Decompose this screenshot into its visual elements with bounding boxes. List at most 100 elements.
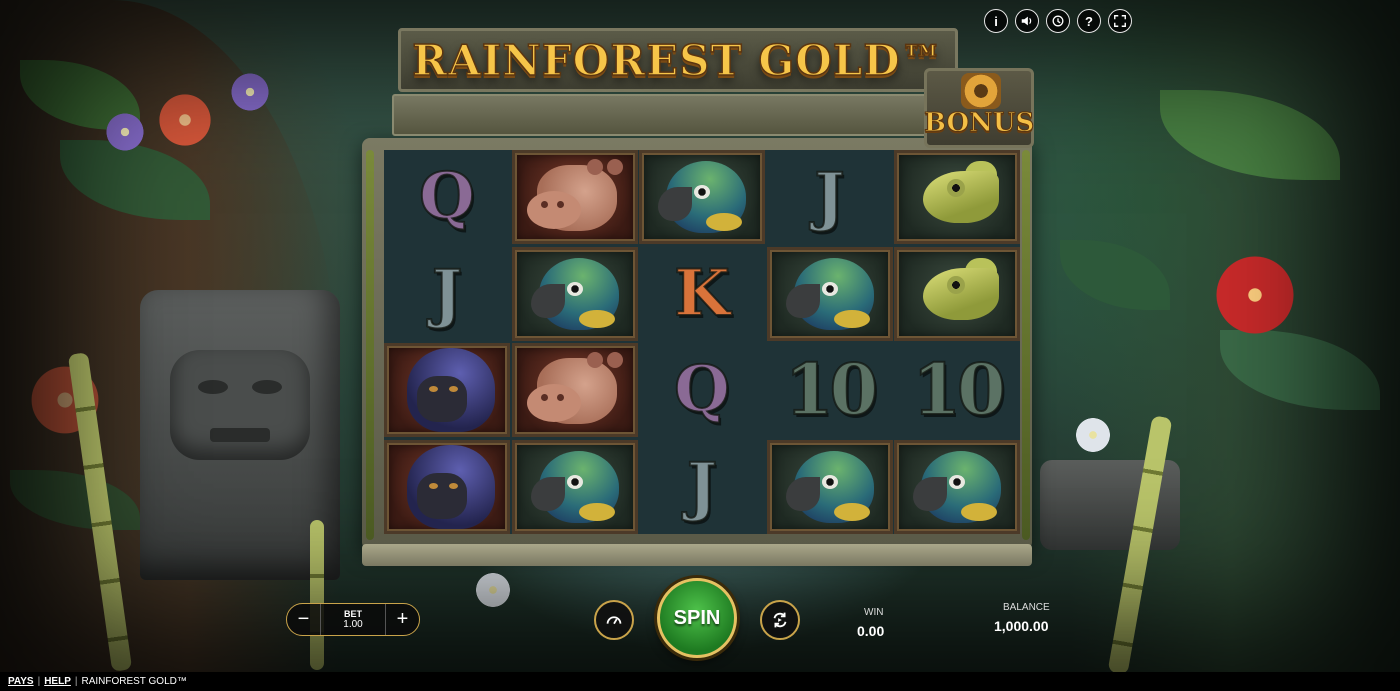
hippo-icon	[526, 157, 623, 237]
gorilla-part	[429, 386, 438, 392]
bet-label: BET	[344, 609, 362, 619]
parrot-part	[949, 474, 965, 489]
symbol-j: J	[639, 440, 765, 534]
parrot-part	[833, 309, 870, 328]
symbol-chameleon	[894, 246, 1020, 341]
white-flower	[1070, 415, 1116, 455]
symbol-hippo	[511, 343, 638, 437]
symbol-parrot	[766, 439, 893, 534]
symbol-chameleon	[894, 150, 1020, 244]
hippo-part	[606, 159, 623, 175]
white-flower	[470, 570, 516, 610]
win-value: 0.00	[857, 623, 885, 639]
statue-face	[170, 350, 310, 460]
fullscreen-icon[interactable]	[1108, 9, 1132, 33]
parrot-part	[694, 185, 710, 199]
statue-eye	[198, 380, 228, 394]
hippo-part	[540, 201, 548, 208]
parrot-icon	[527, 447, 623, 527]
gorilla-part	[449, 386, 458, 392]
vine	[1022, 150, 1030, 540]
top-icon-bar: i ?	[984, 9, 1132, 33]
help-icon[interactable]: ?	[1077, 9, 1101, 33]
parrot-part	[578, 502, 615, 521]
bamboo	[310, 520, 324, 670]
symbol-letter: Q	[673, 352, 731, 427]
bet-increase-button[interactable]: +	[386, 605, 419, 635]
footer-game-name: RAINFOREST GOLD™	[81, 676, 187, 687]
symbol-k: K	[639, 247, 765, 341]
parrot-part	[706, 213, 742, 231]
hippo-part	[526, 384, 581, 422]
purple-flower	[100, 110, 150, 154]
win-label: WIN	[864, 607, 884, 618]
history-icon[interactable]	[1046, 9, 1070, 33]
chameleon-part	[923, 267, 999, 320]
symbol-gorilla	[384, 439, 510, 534]
spin-button[interactable]: SPIN	[657, 578, 737, 658]
symbol-j: J	[767, 150, 893, 244]
gorilla-icon	[399, 348, 495, 432]
hippo-icon	[526, 350, 623, 430]
symbol-parrot	[511, 439, 638, 534]
chameleon-part	[947, 275, 965, 294]
parrot-icon	[654, 157, 750, 237]
balance-value: 1,000.00	[994, 618, 1049, 634]
gorilla-icon	[399, 444, 495, 529]
symbol-parrot	[511, 246, 638, 341]
purple-flower	[225, 70, 275, 114]
symbol-letter: J	[813, 159, 845, 234]
symbol-j: J	[384, 247, 510, 341]
turbo-button[interactable]	[594, 600, 634, 640]
hippo-part	[586, 159, 603, 175]
info-bar	[392, 94, 960, 136]
symbol-gorilla	[384, 343, 510, 437]
parrot-part	[913, 476, 947, 511]
symbol-parrot	[766, 246, 893, 341]
statue-eye	[252, 380, 282, 394]
vine	[366, 150, 374, 540]
symbol-10: 10	[767, 343, 893, 437]
symbol-q: Q	[639, 343, 765, 437]
statue-mouth	[210, 428, 270, 442]
parrot-part	[961, 502, 997, 521]
hippo-part	[586, 352, 603, 368]
parrot-part	[566, 474, 583, 489]
symbol-parrot	[639, 150, 765, 244]
symbol-letter: J	[686, 448, 718, 524]
reel-grid: Q J J K Q 10 10 J	[384, 150, 1020, 534]
parrot-icon	[782, 447, 878, 527]
symbol-letter: 10	[911, 348, 1006, 431]
symbol-hippo	[511, 150, 638, 244]
info-icon[interactable]: i	[984, 9, 1008, 33]
hippo-part	[606, 352, 623, 368]
symbol-letter: 10	[784, 348, 879, 431]
help-link[interactable]: HELP	[44, 676, 71, 687]
orange-flower	[150, 90, 220, 150]
bet-decrease-button[interactable]: −	[287, 605, 320, 635]
parrot-part	[821, 281, 838, 296]
autoplay-icon	[773, 612, 787, 628]
chameleon-icon	[909, 254, 1005, 334]
parrot-icon	[527, 254, 623, 334]
parrot-part	[821, 474, 838, 489]
parrot-icon	[782, 254, 878, 334]
gorilla-part	[449, 482, 458, 489]
parrot-part	[658, 187, 692, 221]
chameleon-part	[947, 179, 965, 197]
hippo-part	[556, 201, 564, 208]
parrot-part	[833, 502, 870, 521]
gorilla-part	[429, 482, 438, 489]
bet-value: 1.00	[343, 619, 363, 630]
sound-icon[interactable]	[1015, 9, 1039, 33]
symbol-10: 10	[894, 343, 1020, 437]
chameleon-part	[923, 171, 999, 223]
symbol-parrot	[894, 439, 1020, 534]
pays-link[interactable]: PAYS	[8, 676, 34, 687]
game-title: RAINFOREST GOLD™	[412, 35, 944, 86]
speed-gauge-icon	[606, 616, 622, 625]
parrot-part	[566, 281, 583, 296]
symbol-letter: Q	[418, 159, 476, 234]
footer-separator: |	[74, 676, 78, 687]
autoplay-button[interactable]	[760, 600, 800, 640]
